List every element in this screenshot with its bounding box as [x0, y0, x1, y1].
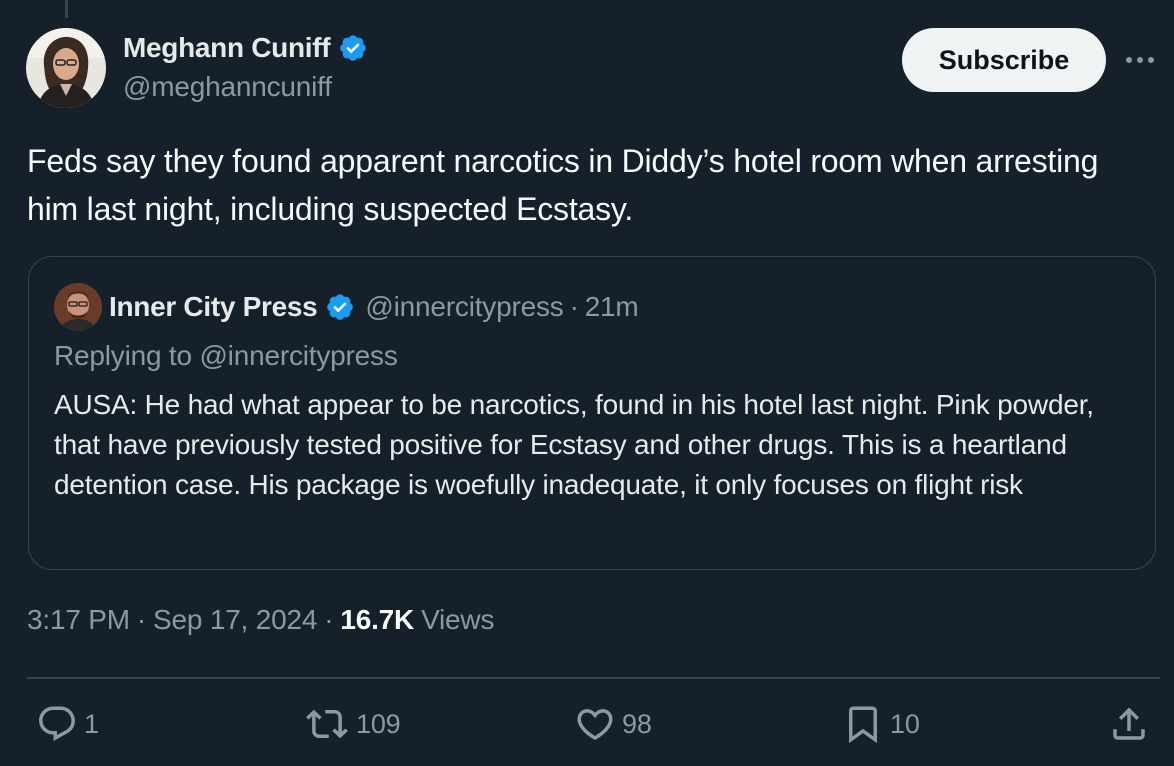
author-name[interactable]: Meghann Cuniff	[123, 32, 331, 64]
separator-dot: ·	[569, 291, 579, 322]
heart-icon	[577, 709, 613, 741]
retweet-button[interactable]: 109	[304, 702, 401, 746]
divider	[27, 677, 1160, 679]
thread-connector-line	[65, 0, 68, 18]
quoted-tweet-card[interactable]: Inner City Press @innercitypress · 21m R…	[28, 256, 1156, 570]
reply-button[interactable]: 1	[36, 702, 99, 746]
quote-author-name[interactable]: Inner City Press	[109, 291, 318, 323]
author-name-row: Meghann Cuniff	[123, 30, 368, 66]
more-options-button[interactable]	[1122, 46, 1158, 74]
reply-icon	[39, 706, 75, 741]
tweet-date[interactable]: Sep 17, 2024	[153, 604, 317, 636]
quote-avatar[interactable]	[54, 283, 102, 331]
tweet-text: Feds say they found apparent narcotics i…	[27, 143, 1099, 227]
like-button[interactable]: 98	[574, 702, 652, 746]
retweet-count: 109	[356, 708, 401, 739]
separator-dot: ·	[324, 604, 334, 635]
bookmark-button[interactable]: 10	[842, 702, 920, 746]
tweet-time[interactable]: 3:17 PM	[27, 604, 130, 636]
quote-text: AUSA: He had what appear to be narcotics…	[54, 389, 1094, 500]
share-button[interactable]	[1108, 702, 1150, 746]
like-count: 98	[622, 708, 652, 739]
verified-badge-icon[interactable]	[338, 33, 368, 63]
replying-to-label: Replying to @innercitypress	[54, 340, 398, 371]
views-count[interactable]: 16.7K	[340, 604, 414, 636]
author-handle[interactable]: @meghanncuniff	[123, 71, 332, 103]
separator-dot: ·	[136, 604, 147, 635]
reply-count: 1	[84, 708, 99, 739]
subscribe-button[interactable]: Subscribe	[902, 28, 1106, 92]
bookmark-icon	[849, 706, 877, 744]
quote-author-handle[interactable]: @innercitypress	[365, 291, 563, 323]
views-label: Views	[421, 604, 495, 635]
share-icon	[1113, 707, 1145, 740]
quote-header: Inner City Press @innercitypress · 21m	[109, 287, 639, 327]
avatar[interactable]	[26, 28, 106, 108]
quote-timestamp[interactable]: 21m	[585, 291, 639, 323]
verified-badge-icon[interactable]	[325, 292, 355, 322]
bookmark-count: 10	[890, 708, 920, 739]
ellipsis-icon	[1126, 57, 1154, 63]
retweet-icon	[306, 709, 348, 739]
tweet-meta: 3:17 PM · Sep 17, 2024 · 16.7K Views	[27, 604, 494, 636]
